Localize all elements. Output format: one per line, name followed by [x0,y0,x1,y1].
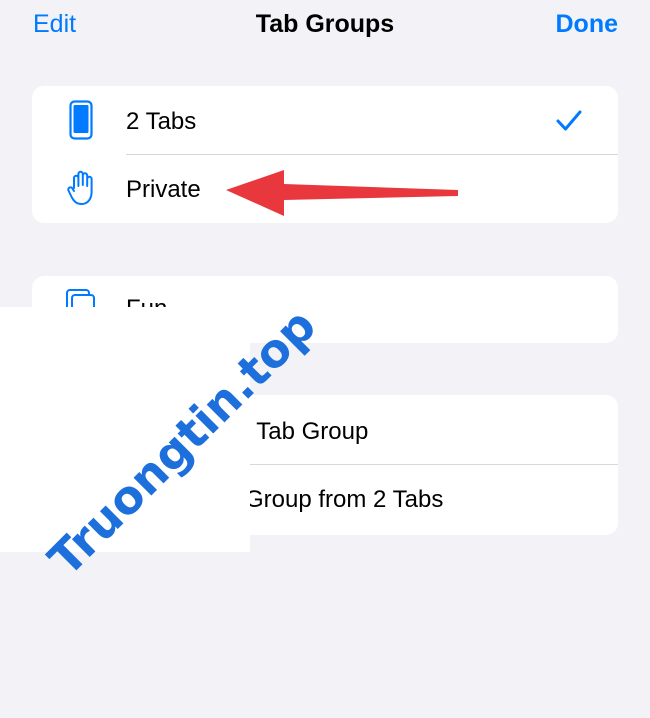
done-button[interactable]: Done [556,10,619,39]
phone-icon [69,100,93,140]
checkmark-icon [556,110,582,131]
tab-group-label: Private [126,176,201,203]
annotation-arrow-icon [226,170,458,216]
nav-bar: Edit Tab Groups Done [0,0,650,56]
page-title: Tab Groups [255,10,395,38]
hand-icon [67,170,93,205]
tab-group-row-2-tabs[interactable]: 2 Tabs [32,86,618,154]
tab-group-label: 2 Tabs [126,108,197,135]
